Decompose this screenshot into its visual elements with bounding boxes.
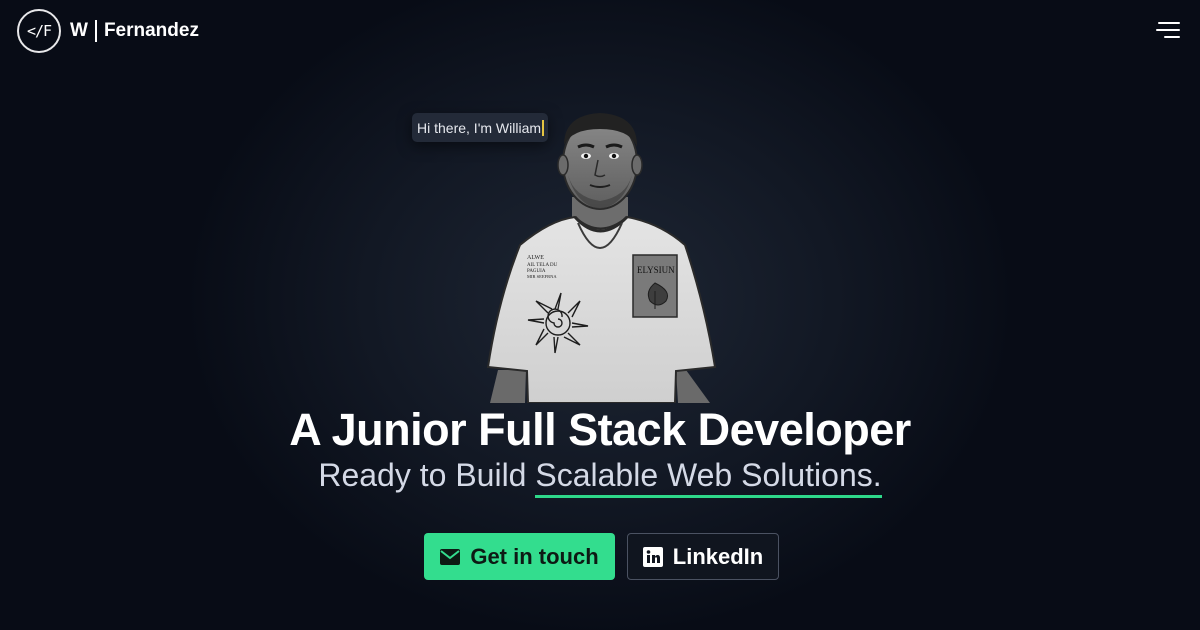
navbar: </F W Fernandez bbox=[0, 0, 1200, 64]
logo[interactable]: </F bbox=[17, 9, 61, 53]
envelope-icon bbox=[440, 548, 461, 565]
brand-surname: Fernandez bbox=[103, 20, 199, 41]
brand-initial: W bbox=[70, 20, 88, 41]
linkedin-button[interactable]: LinkedIn bbox=[627, 533, 779, 580]
hero-subheadline: Ready to Build Scalable Web Solutions. bbox=[0, 457, 1200, 498]
pocket-text: ELYSIUN bbox=[637, 265, 675, 275]
linkedin-icon bbox=[642, 546, 663, 567]
shirt-text-line-1: ALWE bbox=[527, 255, 544, 261]
brand-divider bbox=[94, 20, 97, 42]
shirt-text-line-2: AIL TELA DU bbox=[527, 263, 558, 268]
get-in-touch-button[interactable]: Get in touch bbox=[424, 533, 615, 580]
developer-portrait-illustration: ALWE AIL TELA DU PAGUIA MIR SEEFRNA ELYS… bbox=[486, 113, 717, 403]
subheadline-highlight: Scalable Web Solutions. bbox=[535, 457, 882, 498]
shirt-text-line-4: MIR SEEFRNA bbox=[527, 274, 557, 279]
hamburger-menu-icon[interactable] bbox=[1154, 19, 1180, 41]
get-in-touch-label: Get in touch bbox=[470, 543, 599, 569]
subheadline-prefix: Ready to Build bbox=[318, 457, 527, 493]
logo-text: </F bbox=[26, 22, 52, 40]
brand-name[interactable]: W Fernandez bbox=[70, 19, 199, 43]
hero-headline: A Junior Full Stack Developer bbox=[289, 404, 911, 455]
linkedin-label: LinkedIn bbox=[672, 543, 764, 569]
